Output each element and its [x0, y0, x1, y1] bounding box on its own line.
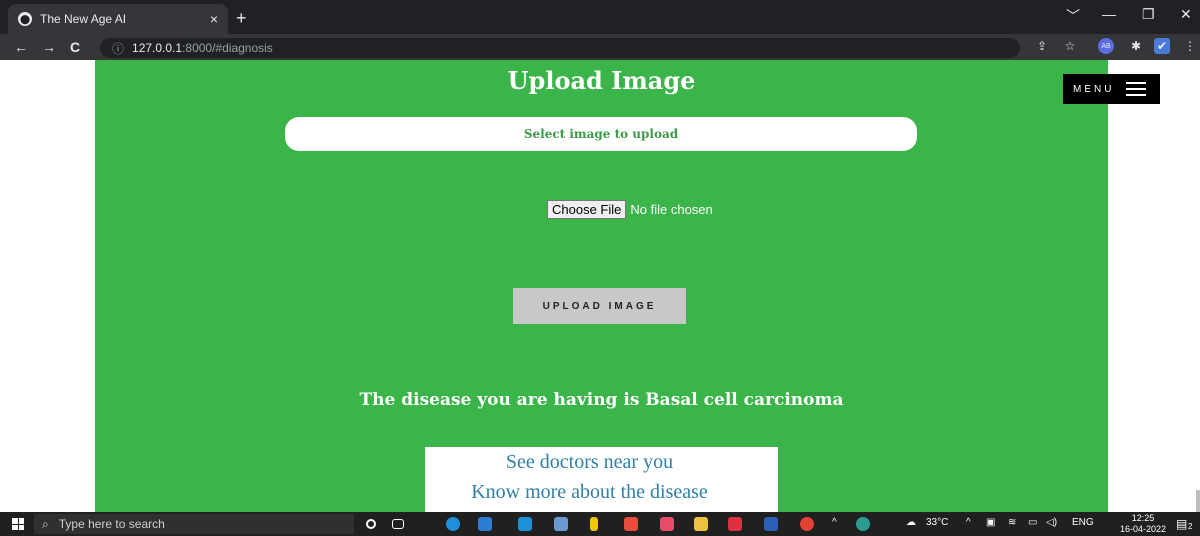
- taskbar-search-box[interactable]: ⌕ Type here to search: [34, 514, 354, 534]
- tab-close-icon[interactable]: ×: [210, 11, 218, 27]
- diagnosis-section: Upload Image Select image to upload Choo…: [95, 60, 1108, 512]
- tray-app-icon[interactable]: ▣: [986, 517, 995, 528]
- windows-taskbar: ⌕ Type here to search ^ ☁ 33°C ^ ▣ ≋ ▭ ◁…: [0, 512, 1200, 536]
- menu-button[interactable]: MENU: [1063, 74, 1160, 104]
- select-image-label: Select image to upload: [285, 117, 917, 151]
- weather-temp[interactable]: 33°C: [926, 517, 948, 528]
- restore-button[interactable]: ❐: [1142, 6, 1155, 23]
- file-explorer-icon[interactable]: [694, 517, 708, 531]
- see-doctors-link[interactable]: See doctors near you: [425, 451, 754, 474]
- links-panel: See doctors near you Know more about the…: [425, 447, 778, 512]
- battery-icon[interactable]: ▭: [1028, 517, 1037, 528]
- notification-count: 2: [1188, 522, 1193, 531]
- tray-chevron-icon[interactable]: ^: [966, 517, 971, 528]
- task-view-icon[interactable]: [392, 519, 404, 529]
- chrome-icon[interactable]: [800, 517, 814, 531]
- back-icon[interactable]: ←: [14, 39, 28, 55]
- search-icon: ⌕: [42, 516, 49, 531]
- office-icon[interactable]: [624, 517, 638, 531]
- clock-time: 12:25: [1131, 513, 1155, 523]
- page-viewport: Upload Image Select image to upload Choo…: [0, 60, 1200, 530]
- volume-icon[interactable]: ◁): [1046, 517, 1057, 528]
- checkmark-extension-icon[interactable]: ✔: [1154, 38, 1170, 54]
- page-title: Upload Image: [507, 66, 696, 95]
- tab-title: The New Age AI: [40, 12, 127, 26]
- word-icon[interactable]: [764, 517, 778, 531]
- dropbox-icon[interactable]: [554, 517, 568, 531]
- chevron-up-icon[interactable]: ^: [832, 517, 837, 528]
- url-path: :8000/#diagnosis: [182, 41, 273, 55]
- address-bar[interactable]: ⓘ 127.0.0.1 :8000/#diagnosis: [100, 38, 1020, 58]
- know-more-link[interactable]: Know more about the disease: [425, 481, 754, 504]
- browser-tab[interactable]: ⬤ The New Age AI ×: [8, 4, 228, 34]
- hamburger-icon: [1126, 82, 1147, 96]
- file-input[interactable]: Choose File No file chosen: [547, 200, 713, 219]
- windows-start-icon[interactable]: [12, 518, 24, 530]
- taskbar-clock[interactable]: 12:25 16-04-2022: [1120, 513, 1166, 535]
- upload-image-button[interactable]: UPLOAD IMAGE: [513, 288, 686, 324]
- clock-date: 16-04-2022: [1120, 524, 1167, 534]
- minimize-button[interactable]: —: [1102, 6, 1116, 22]
- site-info-icon[interactable]: ⓘ: [112, 40, 124, 57]
- language-indicator[interactable]: ENG: [1072, 517, 1094, 528]
- edge-icon[interactable]: [446, 517, 460, 531]
- close-window-button[interactable]: ✕: [1180, 6, 1192, 23]
- globe-icon: ⬤: [18, 12, 32, 26]
- notification-icon[interactable]: ▤: [1176, 517, 1187, 531]
- weather-icon: ☁: [906, 517, 916, 528]
- profile-extension-icon[interactable]: AB: [1098, 38, 1114, 54]
- share-icon[interactable]: ⇪: [1034, 38, 1050, 54]
- lightning-app-icon[interactable]: [590, 517, 598, 531]
- mail-icon[interactable]: [518, 517, 532, 531]
- app-icon[interactable]: [728, 517, 742, 531]
- tab-search-icon[interactable]: ﹀: [1066, 6, 1080, 26]
- browser-toolbar: ← → C ⓘ 127.0.0.1 :8000/#diagnosis ⇪ ☆ A…: [0, 34, 1200, 60]
- bookmark-star-icon[interactable]: ☆: [1062, 38, 1078, 54]
- browser-menu-icon[interactable]: ⋮: [1182, 38, 1198, 54]
- no-file-text: No file chosen: [630, 202, 713, 217]
- wifi-icon[interactable]: ≋: [1008, 517, 1016, 528]
- search-placeholder: Type here to search: [58, 517, 165, 531]
- reload-icon[interactable]: C: [70, 39, 80, 55]
- media-app-icon[interactable]: [660, 517, 674, 531]
- menu-label: MENU: [1073, 83, 1115, 95]
- cortana-icon[interactable]: [366, 519, 376, 529]
- store-icon[interactable]: [478, 517, 492, 531]
- extensions-icon[interactable]: ✱: [1128, 38, 1144, 54]
- forward-icon[interactable]: →: [42, 39, 56, 55]
- diagnosis-result: The disease you are having is Basal cell…: [359, 390, 844, 410]
- url-host: 127.0.0.1: [132, 41, 183, 55]
- new-tab-button[interactable]: +: [236, 8, 247, 29]
- browser-tabbar: ⬤ The New Age AI × + ﹀ — ❐ ✕: [0, 0, 1200, 34]
- help-app-icon[interactable]: [856, 517, 870, 531]
- choose-file-button[interactable]: Choose File: [547, 200, 627, 219]
